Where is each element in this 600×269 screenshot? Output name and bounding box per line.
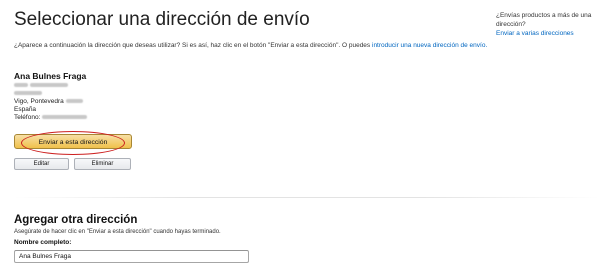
address-city-text: Vigo, Pontevedra [14,98,64,105]
address-name: Ana Bulnes Fraga [14,71,87,81]
full-name-label: Nombre completo: [14,239,72,246]
add-address-heading: Agregar otra dirección [14,214,138,226]
edit-address-button[interactable]: Editar [14,158,69,170]
multi-address-note: ¿Envías productos a más de una dirección… [496,11,596,38]
ship-to-multiple-link[interactable]: Enviar a varias direcciones [496,30,574,37]
intro-text: ¿Aparece a continuación la dirección que… [14,42,487,49]
new-address-link[interactable]: introducir una nueva dirección de envío. [372,42,487,49]
address-line-2-redacted [14,90,42,98]
full-name-input[interactable] [14,250,249,263]
address-country: España [14,106,37,113]
page-title: Seleccionar una dirección de envío [14,9,310,30]
intro-sentence: ¿Aparece a continuación la dirección que… [14,42,371,49]
section-divider [14,197,600,198]
address-phone: Teléfono: [14,114,88,122]
add-address-hint: Asegúrate de hacer clic en "Enviar a est… [14,229,221,235]
phone-label: Teléfono: [14,114,41,121]
address-city: Vigo, Pontevedra [14,98,83,106]
multi-address-question: ¿Envías productos a más de una dirección… [496,12,592,28]
address-line-1-redacted [14,82,68,90]
delete-address-button[interactable]: Eliminar [74,158,131,170]
highlight-ring-annotation [21,131,125,155]
